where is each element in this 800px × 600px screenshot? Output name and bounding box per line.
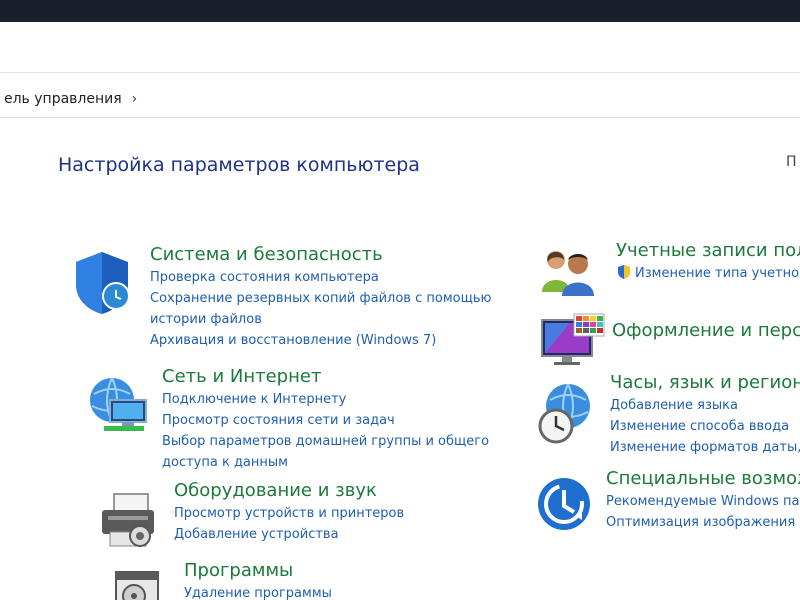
link-add-device[interactable]: Добавление устройства [174,524,494,545]
link-devices-printers[interactable]: Просмотр устройств и принтеров [174,503,494,524]
link-network-status[interactable]: Просмотр состояния сети и задач [162,410,522,431]
link-change-input-method[interactable]: Изменение способа ввода [610,416,800,437]
link-uninstall-program[interactable]: Удаление программы [184,583,484,600]
window-top-divider [0,72,800,73]
users-icon[interactable] [540,248,598,300]
network-globe-icon[interactable] [84,374,150,438]
category-title-network[interactable]: Сеть и Интернет [162,366,522,387]
control-panel-window: ель управления › Настройка параметров ко… [0,22,800,600]
clock-globe-icon[interactable] [536,382,596,450]
category-title-hardware[interactable]: Оборудование и звук [174,480,494,501]
link-recommended-settings[interactable]: Рекомендуемые Windows пар [606,491,800,512]
category-title-ease[interactable]: Специальные возмож [606,468,800,489]
breadcrumb-control-panel[interactable]: ель управления [4,91,122,107]
category-title-system[interactable]: Система и безопасность [150,244,530,265]
category-title-accounts[interactable]: Учетные записи поль [616,240,800,261]
link-optimize-display[interactable]: Оптимизация изображения на [606,512,800,533]
view-by-label[interactable]: П [786,154,797,170]
security-shield-icon[interactable] [72,250,132,320]
printer-speaker-icon[interactable] [98,492,160,554]
link-homegroup[interactable]: Выбор параметров домашней группы и общег… [162,431,512,473]
category-title-clock[interactable]: Часы, язык и регион [610,372,800,393]
uac-shield-icon [616,264,632,287]
link-change-date-formats[interactable]: Изменение форматов даты, в [610,437,800,458]
link-add-language[interactable]: Добавление языка [610,395,800,416]
link-check-status[interactable]: Проверка состояния компьютера [150,267,530,288]
link-change-account-type[interactable]: Изменение типа учетно [616,263,800,287]
address-bar[interactable]: ель управления › [0,80,800,118]
category-title-appearance[interactable]: Оформление и персо [612,320,800,341]
link-change-account-type-label: Изменение типа учетно [635,266,800,281]
category-title-programs[interactable]: Программы [184,560,484,581]
appearance-monitor-icon[interactable] [540,312,606,374]
breadcrumb-chevron-icon[interactable]: › [132,91,138,107]
link-connect-internet[interactable]: Подключение к Интернету [162,389,522,410]
page-title: Настройка параметров компьютера [58,154,420,176]
programs-disc-icon[interactable] [112,568,162,600]
ease-of-access-icon[interactable] [536,476,592,536]
link-backup-restore[interactable]: Архивация и восстановление (Windows 7) [150,330,530,351]
link-file-history[interactable]: Сохранение резервных копий файлов с помо… [150,288,520,330]
